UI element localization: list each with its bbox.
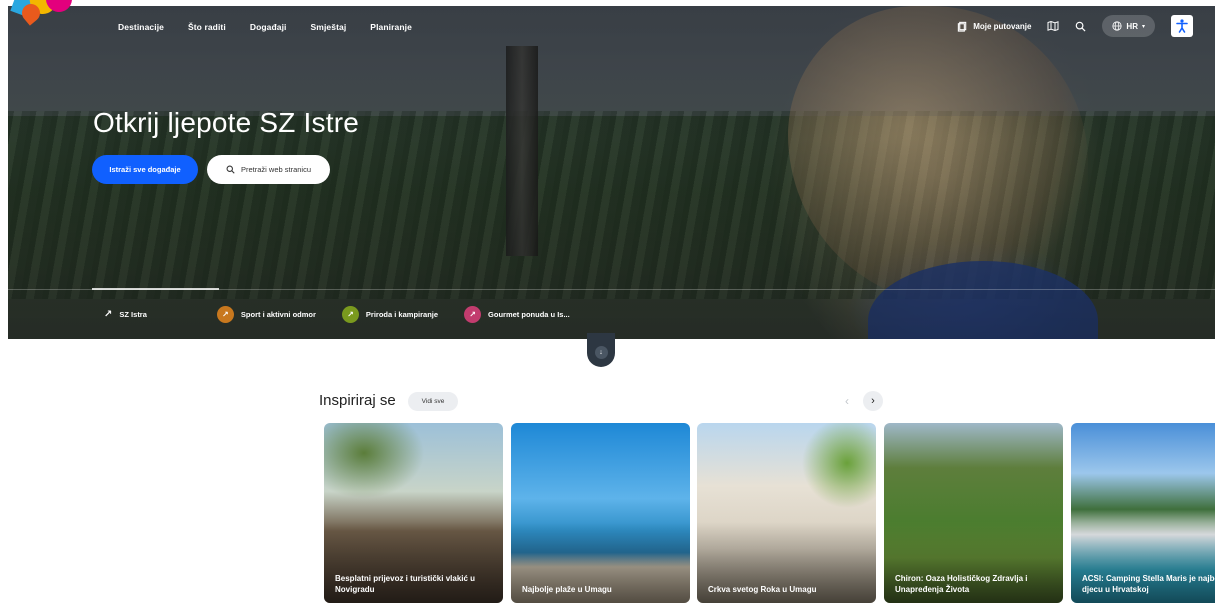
inspire-card[interactable]: Besplatni prijevoz i turistički vlakić u…: [324, 423, 503, 603]
card-title: Besplatni prijevoz i turistički vlakić u…: [335, 574, 476, 594]
tab-priroda[interactable]: ↗ Priroda i kampiranje: [341, 306, 439, 323]
nav-item-dogadaji[interactable]: Događaji: [250, 22, 287, 32]
search-icon: [226, 165, 235, 174]
site-search-button[interactable]: Pretraži web stranicu: [207, 155, 330, 184]
arrow-up-right-icon: ↗: [464, 306, 482, 323]
map-icon: [1047, 20, 1059, 32]
tab-gourmet[interactable]: ↗ Gourmet ponuda u Is...: [464, 306, 570, 323]
tab-sport[interactable]: ↗ Sport i aktivni odmor: [216, 306, 316, 323]
language-selector[interactable]: HR ▾: [1102, 15, 1155, 37]
card-title: ACSI: Camping Stella Maris je najbolji k…: [1082, 574, 1215, 594]
hero-title: Otkrij ljepote SZ Istre: [93, 107, 360, 138]
tab-label: Sport i aktivni odmor: [240, 310, 316, 319]
search-icon: [1076, 21, 1086, 32]
inspire-title: Inspiriraj se: [319, 392, 396, 409]
hero-tabs: ↗ SZ Istra ↗ Sport i aktivni odmor ↗ Pri…: [104, 306, 596, 323]
carousel-prev-button[interactable]: ‹: [838, 392, 856, 410]
language-label: HR: [1126, 21, 1138, 31]
card-title: Crkva svetog Roka u Umagu: [708, 585, 817, 594]
my-trip-label: Moje putovanje: [973, 21, 1032, 31]
inspire-card[interactable]: Chiron: Oaza Holističkog Zdravlja i Unap…: [884, 423, 1063, 603]
search-button[interactable]: [1075, 21, 1086, 32]
tab-label: Priroda i kampiranje: [365, 310, 439, 319]
card-overlay: [511, 423, 690, 603]
nav-item-sto-raditi[interactable]: Što raditi: [188, 22, 226, 32]
inspire-card[interactable]: ACSI: Camping Stella Maris je najbolji k…: [1071, 423, 1215, 603]
arrow-up-right-icon: ↗: [104, 309, 113, 320]
nav-item-destinacije[interactable]: Destinacije: [118, 22, 164, 32]
card-title: Chiron: Oaza Holističkog Zdravlja i Unap…: [895, 574, 1028, 594]
explore-events-button[interactable]: Istraži sve događaje: [92, 155, 198, 184]
tab-active-indicator: [92, 288, 219, 290]
chevron-left-icon: ‹: [845, 394, 849, 408]
card-title: Najbolje plaže u Umagu: [522, 585, 612, 594]
inspire-card[interactable]: Crkva svetog Roka u Umagu: [697, 423, 876, 603]
chevron-down-icon: ▾: [1141, 23, 1145, 30]
arrow-down-icon: ↓: [594, 346, 608, 359]
my-trip-button[interactable]: Moje putovanje: [957, 21, 1031, 32]
nav-item-smjestaj[interactable]: Smještaj: [311, 22, 347, 32]
chevron-right-icon: ›: [871, 395, 875, 407]
nav-item-planiranje[interactable]: Planiranje: [370, 22, 412, 32]
see-all-button[interactable]: Vidi sve: [408, 392, 458, 411]
arrow-up-right-icon: ↗: [341, 306, 359, 323]
accessibility-icon: [1176, 19, 1188, 33]
arrow-up-right-icon: ↗: [216, 306, 234, 323]
site-logo[interactable]: [8, 0, 76, 34]
carousel-next-button[interactable]: ›: [863, 391, 883, 411]
bookmark-icon: [958, 21, 967, 32]
tab-label: SZ Istra: [119, 310, 147, 319]
card-overlay: [697, 423, 876, 603]
header-tools: Moje putovanje HR ▾: [957, 15, 1193, 37]
tab-label: Gourmet ponuda u Is...: [488, 310, 570, 319]
globe-icon: [1112, 21, 1123, 31]
site-search-label: Pretraži web stranicu: [240, 165, 312, 174]
main-nav: Destinacije Što raditi Događaji Smještaj…: [118, 22, 412, 32]
tab-sz-istra[interactable]: ↗ SZ Istra: [104, 309, 147, 320]
scroll-down-button[interactable]: ↓: [587, 333, 615, 367]
inspire-card[interactable]: Najbolje plaže u Umagu: [511, 423, 690, 603]
map-button[interactable]: [1047, 20, 1059, 32]
accessibility-button[interactable]: [1171, 15, 1193, 37]
